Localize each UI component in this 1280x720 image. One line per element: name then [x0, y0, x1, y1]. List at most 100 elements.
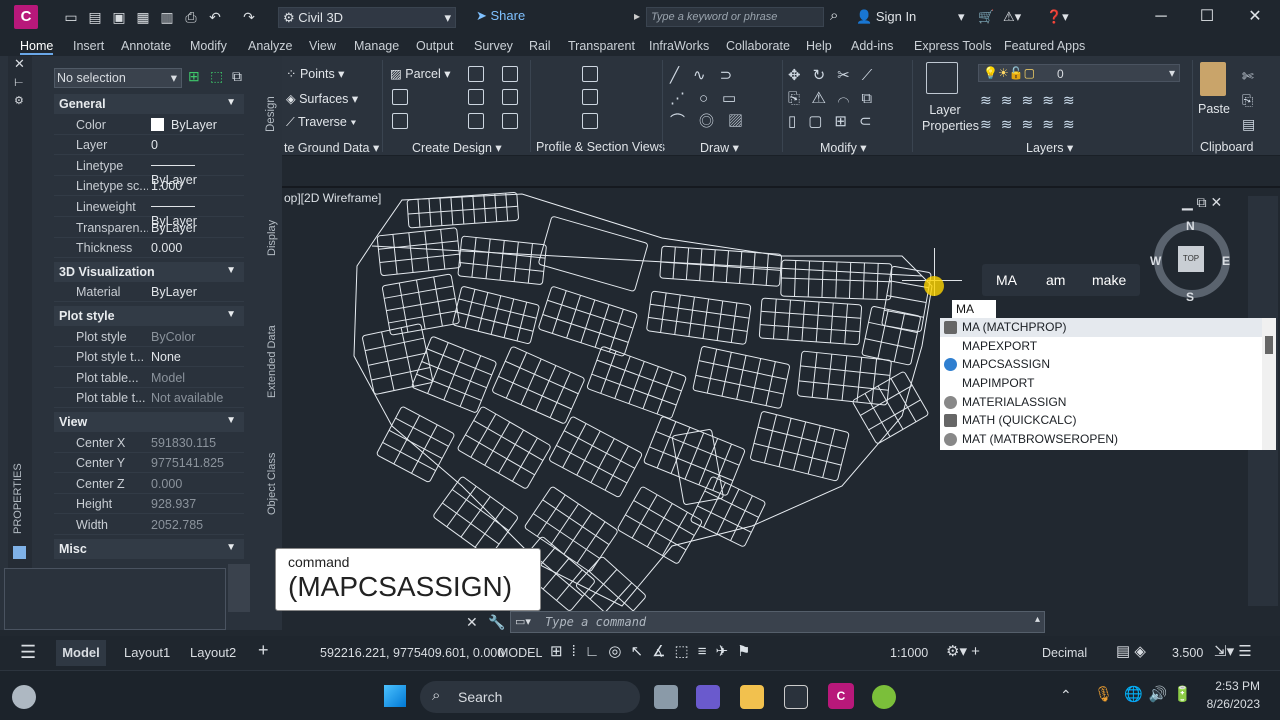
help-icon[interactable]: ❓▾: [1046, 9, 1069, 25]
save-icon[interactable]: ▣: [110, 8, 128, 26]
ground-data-panel-title[interactable]: te Ground Data ▾: [284, 140, 379, 155]
chevron-down-icon[interactable]: ▾: [958, 9, 965, 25]
weather-icon[interactable]: [12, 685, 36, 709]
clipboard-panel-title[interactable]: Clipboard: [1200, 140, 1254, 154]
microphone-icon[interactable]: 🎙: [1094, 685, 1113, 703]
sign-in-button[interactable]: 👤 Sign In: [856, 9, 916, 25]
property-row[interactable]: Material ByLayer: [54, 282, 244, 303]
civil3d-app-icon[interactable]: C: [14, 5, 38, 29]
tab-collaborate[interactable]: Collaborate: [726, 39, 790, 53]
sample-lines-icon[interactable]: [582, 89, 598, 105]
tab-annotate[interactable]: Annotate: [121, 39, 171, 53]
clock-time[interactable]: 2:53 PM: [1204, 679, 1260, 693]
property-row[interactable]: Plot table... Model: [54, 368, 244, 388]
draw-panel-title[interactable]: Draw ▾: [700, 140, 739, 155]
settings-icon[interactable]: ⚙: [14, 94, 24, 107]
tab-output[interactable]: Output: [416, 39, 454, 53]
share-button[interactable]: ➤ Share: [476, 8, 525, 24]
tab-home[interactable]: Home: [20, 39, 54, 55]
autocomplete-scrollbar[interactable]: [1262, 318, 1276, 450]
search-icon[interactable]: ⌕: [830, 7, 838, 24]
draw-tools[interactable]: ╱∿⊃ ⋰○▭ ⌒◎▨: [670, 64, 770, 133]
property-row[interactable]: Linetype sc... 1.000: [54, 176, 244, 197]
section-views-icon[interactable]: [582, 113, 598, 129]
display-tab[interactable]: Display: [266, 220, 278, 256]
civil3d-taskbar-icon[interactable]: C: [828, 683, 854, 709]
workspace-switch-icon[interactable]: ⚙▾ +: [946, 642, 980, 660]
design-tab[interactable]: Design: [265, 96, 277, 132]
teams-icon[interactable]: [696, 685, 720, 709]
create-design-panel-title[interactable]: Create Design ▾: [412, 140, 502, 155]
property-row[interactable]: Layer 0: [54, 135, 244, 156]
system-tray-icons[interactable]: 🌐🔊🔋: [1124, 685, 1198, 703]
autocomplete-item[interactable]: MAT (MATBROWSEROPEN): [940, 430, 1262, 449]
task-view-icon[interactable]: [654, 685, 678, 709]
units-dropdown[interactable]: Decimal: [1042, 646, 1087, 660]
property-row[interactable]: Center Y 9775141.825: [54, 453, 244, 474]
add-layout-icon[interactable]: +: [258, 640, 269, 661]
profile-view-icon[interactable]: [582, 66, 598, 82]
property-row[interactable]: Width 2052.785: [54, 515, 244, 535]
tray-overflow-icon[interactable]: ⌃: [1060, 687, 1072, 704]
autocomplete-item[interactable]: MAPCSASSIGN: [940, 355, 1262, 374]
annotation-scale[interactable]: 1:1000: [890, 646, 928, 660]
traverse-button[interactable]: ⟋ Traverse ▾: [286, 115, 356, 130]
modify-panel-title[interactable]: Modify ▾: [820, 140, 867, 155]
layout2-tab[interactable]: Layout2: [190, 645, 236, 660]
quick-select-icon[interactable]: ⧉: [232, 68, 242, 85]
tab-help[interactable]: Help: [806, 39, 832, 53]
minimize-button[interactable]: ─: [1150, 6, 1172, 28]
cart-icon[interactable]: 🛒: [978, 9, 994, 25]
tab-view[interactable]: View: [309, 39, 336, 53]
property-row[interactable]: Lineweight ByLayer: [54, 197, 244, 228]
close-icon[interactable]: ✕: [14, 56, 25, 72]
annotation-value[interactable]: 3.500: [1172, 646, 1203, 660]
help-search-input[interactable]: Type a keyword or phrase: [646, 7, 824, 27]
viewport-window-controls[interactable]: ▁ ⧉ ✕: [1182, 194, 1222, 211]
alignment-icon[interactable]: [392, 89, 408, 105]
points-button[interactable]: ⁘ Points ▾: [286, 66, 344, 81]
section-general[interactable]: General ▼: [54, 94, 244, 114]
tool-palette-strip[interactable]: [228, 564, 250, 612]
modify-tools[interactable]: ✥↻✂⟋ ⎘⚠⌒⧉ ▯▢⊞⊂: [788, 64, 908, 133]
tab-rail[interactable]: Rail: [529, 39, 551, 53]
chevron-right-icon[interactable]: ▸: [634, 9, 640, 23]
parcel-button[interactable]: ▨ Parcel ▾: [390, 66, 450, 81]
profile-section-panel-title[interactable]: Profile & Section Views: [536, 140, 665, 154]
windows-start-icon[interactable]: [384, 685, 406, 707]
property-row[interactable]: Plot style t... None: [54, 347, 244, 368]
selection-dropdown[interactable]: No selection ▾: [54, 68, 182, 88]
hamburger-icon[interactable]: ☰: [20, 642, 36, 663]
print-icon[interactable]: ⎙: [182, 8, 200, 26]
tab-add-ins[interactable]: Add-ins: [851, 39, 893, 53]
wrench-icon[interactable]: 🔧: [488, 614, 505, 631]
section-viz[interactable]: 3D Visualization ▼: [54, 261, 244, 282]
clipboard-tools[interactable]: ✄ ⎘ ▤: [1242, 64, 1255, 136]
tab-featured-apps[interactable]: Featured Apps: [1004, 39, 1085, 53]
scrollbar-thumb[interactable]: [1265, 336, 1273, 354]
suggestion-make[interactable]: make: [1092, 272, 1126, 288]
property-row[interactable]: Linetype ByLayer: [54, 156, 244, 187]
autocomplete-item[interactable]: MAPEXPORT: [940, 337, 1262, 356]
object-class-tab[interactable]: Object Class: [266, 453, 278, 515]
tab-manage[interactable]: Manage: [354, 39, 399, 53]
qgis-icon[interactable]: [872, 685, 896, 709]
property-row[interactable]: Height 928.937: [54, 494, 244, 515]
suggestion-ma[interactable]: MA: [996, 272, 1017, 288]
property-row[interactable]: Transparen... ByLayer: [54, 218, 244, 238]
model-space-toggle[interactable]: MODEL: [498, 646, 542, 660]
chevron-up-icon[interactable]: ▴: [1035, 614, 1040, 625]
autodesk-account-icon[interactable]: ⚠▾: [1003, 9, 1021, 25]
layer-tools[interactable]: ≋≋≋≋≋ ≋≋≋≋≋: [980, 88, 1100, 136]
command-line-input[interactable]: ▭▾ Type a command ▴: [510, 611, 1045, 633]
property-row[interactable]: Plot table t... Not available: [54, 388, 244, 409]
property-row[interactable]: Plot style ByColor: [54, 327, 244, 347]
property-row[interactable]: Color ByLayer: [54, 115, 244, 135]
auto-hide-icon[interactable]: ⊢: [14, 76, 24, 89]
tab-express-tools[interactable]: Express Tools: [914, 39, 992, 53]
coordinates-readout[interactable]: 592216.221, 9775409.601, 0.000: [320, 646, 504, 660]
tab-transparent[interactable]: Transparent: [568, 39, 635, 53]
close-button[interactable]: ✕: [1244, 6, 1266, 28]
open-icon[interactable]: ▤: [86, 8, 104, 26]
section-misc[interactable]: Misc ▼: [54, 538, 244, 559]
